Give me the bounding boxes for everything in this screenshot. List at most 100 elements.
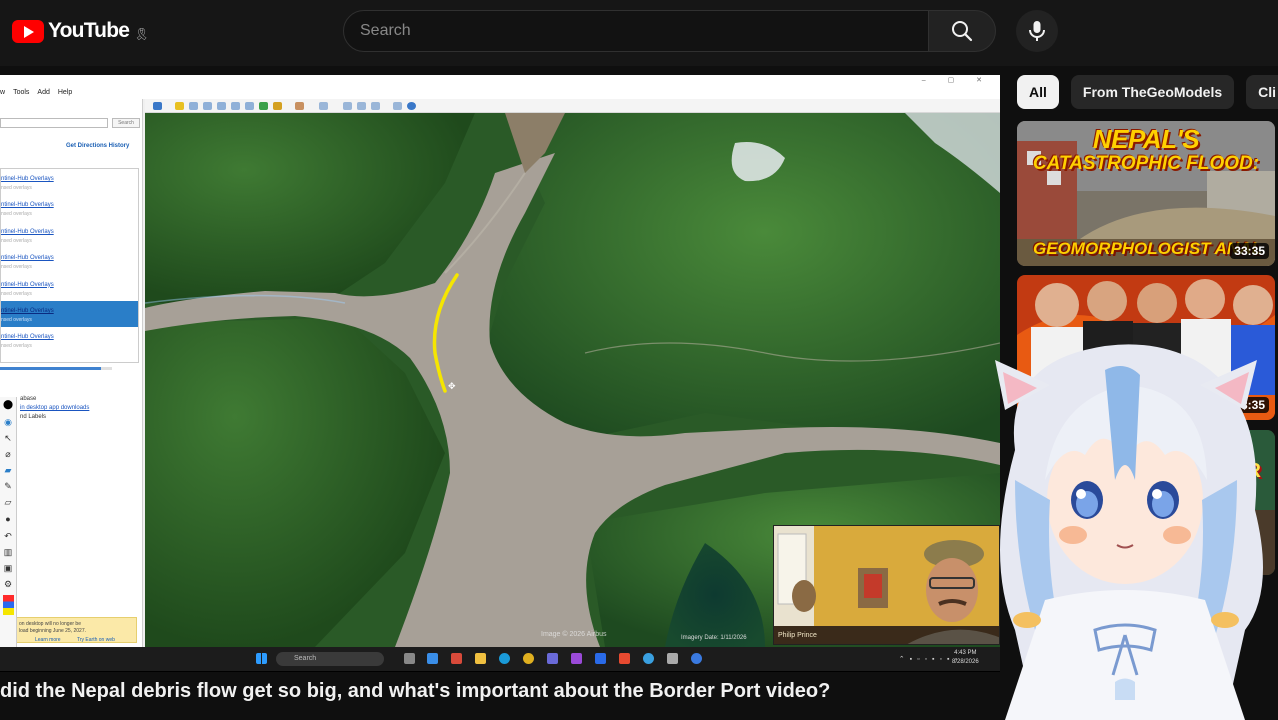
menu-help: Help — [57, 89, 73, 96]
taskbar-clock: 4:43 PM 8/28/2026 — [952, 650, 979, 665]
path-icon — [203, 102, 212, 110]
trash-icon: ▥ — [3, 547, 13, 557]
lasso-icon: ⌀ — [5, 449, 11, 459]
video-player[interactable]: – ▢ ✕ w Tools Add Help Search Get Direct… — [0, 75, 1000, 672]
edge-icon — [499, 653, 510, 664]
app-icon-3 — [571, 653, 582, 664]
directions-history-links: Get Directions History — [66, 143, 130, 149]
list-item: ntinel-Hub Overlays nsed overlays — [1, 334, 54, 350]
drawing-toolbar: ⬤ ◉ ↖ ⌀ ▰ ✎ ▱ ● ↶ ▥ ▣ ⚙ — [0, 397, 17, 662]
dot-icon: ● — [5, 514, 11, 524]
video-title: did the Nepal debris flow get so big, an… — [0, 680, 831, 702]
search-input[interactable] — [360, 22, 912, 40]
eye-icon: ◉ — [4, 417, 12, 427]
cursor-icon: ↖ — [4, 433, 12, 443]
try-earth-web-link: Try Earth on web — [77, 637, 115, 643]
app-menubar: w Tools Add Help — [0, 87, 1000, 99]
folder-icon — [475, 653, 486, 664]
color-palette-icon — [3, 595, 14, 615]
thumbnail-headline: NEPAL'S — [1092, 124, 1200, 154]
app-titlebar: – ▢ ✕ — [0, 75, 1000, 87]
streamer-name: Philip Prince — [778, 632, 817, 639]
taskbar-search: Search — [276, 652, 384, 666]
chrome-icon — [523, 653, 534, 664]
app-icon — [451, 653, 462, 664]
video-duration-badge: 33:35 — [1230, 397, 1269, 413]
webcam-video-image — [774, 526, 999, 644]
list-item: ntinel-Hub Overlays nsed overlays — [1, 228, 54, 244]
video-duration-badge: 33:35 — [1230, 243, 1269, 259]
list-item: ntinel-Hub Overlays nsed overlays — [1, 281, 54, 297]
thumbnail-subheadline: CATASTROPHIC FLOOD: — [1032, 153, 1260, 174]
window-controls: – ▢ ✕ — [921, 77, 992, 84]
youtube-play-icon — [12, 19, 44, 43]
task-view-icon — [404, 653, 415, 664]
menu-tools: Tools — [13, 89, 30, 96]
settings-icon: ⚙ — [3, 579, 13, 589]
search-button[interactable] — [928, 10, 996, 52]
recommended-video-thumbnail-1[interactable]: NEPAL'S CATASTROPHIC FLOOD: GEOMORPHOLOG… — [1017, 121, 1275, 266]
menu-view: w — [0, 89, 6, 96]
windows-start-icon — [256, 653, 267, 664]
list-item: ntinel-Hub Overlays nsed overlays — [1, 176, 54, 191]
list-item: ntinel-Hub Overlays nsed overlays — [1, 255, 54, 271]
app-icon-7 — [691, 653, 702, 664]
map-cursor-icon: ✥ — [448, 382, 456, 392]
earth-app-icon — [643, 653, 654, 664]
logo-text: YouTube — [48, 19, 130, 42]
app-icon-6 — [667, 653, 678, 664]
thumbnail-caption: GEOMORPHOLOGIST ANAL — [1033, 239, 1262, 258]
search-box — [343, 10, 929, 52]
highlighter-icon: ▰ — [4, 465, 12, 475]
email-icon — [319, 102, 328, 110]
recommended-video-thumbnail-2[interactable]: 33:35 — [1017, 275, 1275, 420]
chip-clips[interactable]: Cli — [1246, 75, 1278, 109]
screenshot-icon: ▣ — [3, 563, 13, 573]
undo-icon: ↶ — [4, 531, 12, 541]
earth-sidebar: Search Get Directions History ntinel-Hub… — [0, 99, 143, 647]
search-icon — [952, 21, 973, 42]
layer-labels: nd Labels — [20, 414, 47, 420]
eraser-icon: ▱ — [4, 497, 12, 507]
sidebar-search-button: Search — [112, 118, 140, 128]
list-item-selected: ntinel-Hub Overlays nsed overlays — [1, 300, 138, 328]
app-icon-5 — [619, 653, 630, 664]
opacity-slider — [0, 367, 112, 370]
thumbnail-caption: TER — [1221, 460, 1261, 482]
filter-chips: All From TheGeoModels Cli — [1017, 75, 1278, 109]
history-icon — [245, 102, 254, 110]
app-icon-2 — [547, 653, 558, 664]
print-icon — [343, 102, 352, 110]
photos-icon — [427, 653, 438, 664]
recommended-video-thumbnail-3[interactable]: TER — [1017, 430, 1275, 575]
windows-taskbar: Search ⌃▪▫◦▪◦▪▫ 4:43 PM 8/28/2026 — [0, 647, 1000, 671]
globe-icon — [407, 102, 416, 110]
layer-downloads-link: in desktop app downloads — [20, 405, 90, 411]
chip-from-channel[interactable]: From TheGeoModels — [1070, 75, 1235, 109]
polygon-icon — [189, 102, 198, 110]
overlay-icon — [217, 102, 226, 110]
menu-add: Add — [37, 89, 50, 96]
masthead: YouTube 🎗 — [0, 0, 1278, 66]
voice-search-button[interactable] — [1016, 10, 1058, 52]
sidebar-search-field — [0, 118, 108, 128]
webcam-overlay: Philip Prince — [773, 525, 1000, 645]
youtube-logo[interactable]: YouTube 🎗 — [12, 18, 149, 44]
placemark-icon — [175, 102, 184, 110]
learn-more-link: Learn more — [35, 637, 61, 643]
app-toolbar — [145, 99, 1000, 113]
places-list: ntinel-Hub Overlays nsed overlays ntinel-… — [0, 168, 139, 363]
chip-all[interactable]: All — [1017, 75, 1059, 109]
youtube-watch-page: YouTube 🎗 – ▢ ✕ w Tools Add Help — [0, 0, 1278, 720]
deprecation-notice: on desktop will no longer be load beginn… — [0, 617, 137, 643]
ribbon-icon: 🎗 — [134, 27, 150, 41]
app-icon-4 — [595, 653, 606, 664]
tour-icon — [231, 102, 240, 110]
thumbnail-image-3 — [1017, 430, 1275, 575]
view-maps-icon — [371, 102, 380, 110]
gallery-icon — [393, 102, 402, 110]
imagery-date: Imagery Date: 1/11/2026 — [681, 635, 747, 641]
sidebar-toggle-icon — [153, 102, 162, 110]
microphone-icon — [1029, 21, 1045, 41]
pen-icon: ✎ — [4, 481, 12, 491]
